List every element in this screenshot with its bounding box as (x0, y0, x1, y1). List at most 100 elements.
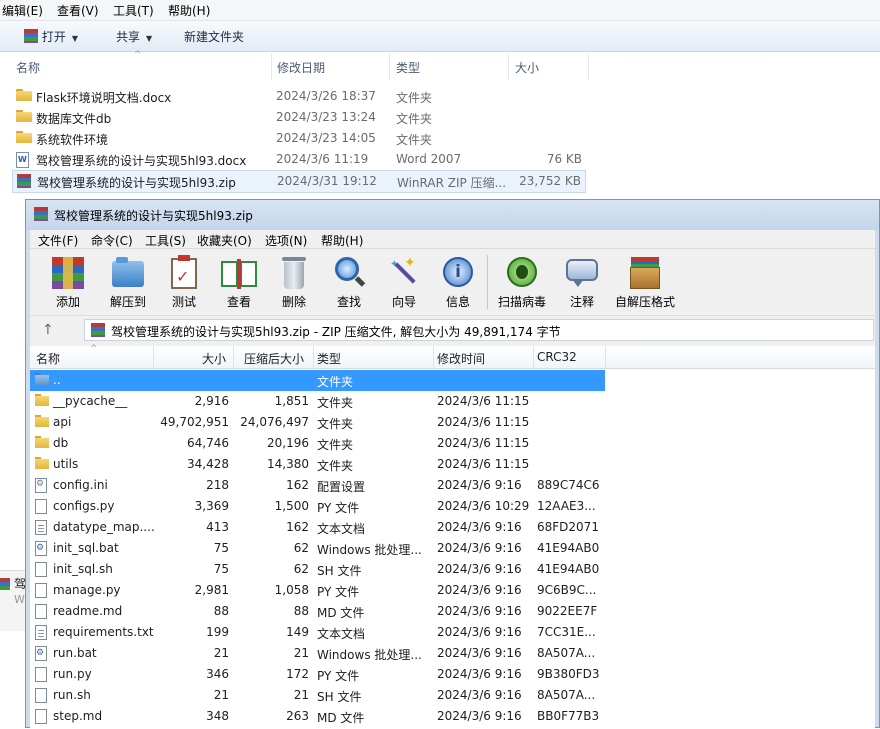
find-button[interactable]: 查找 (321, 253, 377, 311)
explorer-row[interactable]: 数据库文件db 2024/3/23 13:24 文件夹 (12, 107, 586, 128)
row-type: 文本文档 (317, 627, 366, 641)
list-row[interactable]: __pycache__ 2,916 1,851 文件夹 2024/3/6 11:… (30, 391, 605, 412)
extract-to-button[interactable]: 解压到 (100, 253, 156, 311)
menu-commands[interactable]: 命令(C) (91, 232, 133, 249)
up-folder-icon (35, 373, 49, 385)
text-file-icon (35, 520, 47, 535)
row-size: 346 (206, 667, 229, 681)
column-type[interactable]: 类型 (317, 350, 341, 367)
menu-help[interactable]: 帮助(H) (321, 232, 363, 249)
row-name: step.md (53, 709, 103, 723)
list-row[interactable]: readme.md 88 88 MD 文件 2024/3/6 9:16 9022… (30, 601, 605, 622)
file-name: 驾校管理系统的设计与实现5hl93.zip (37, 176, 236, 190)
explorer-row[interactable]: 驾校管理系统的设计与实现5hl93.docx 2024/3/6 11:19 Wo… (12, 149, 586, 170)
winrar-icon (0, 578, 10, 592)
row-packed: 24,076,497 (240, 415, 309, 429)
row-type: 文件夹 (317, 438, 354, 452)
list-row-selected[interactable]: .. 文件夹 (30, 370, 605, 391)
list-row[interactable]: manage.py 2,981 1,058 PY 文件 2024/3/6 9:1… (30, 580, 605, 601)
menu-edit[interactable]: 编辑(E) (2, 2, 43, 19)
title-bar[interactable]: 驾校管理系统的设计与实现5hl93.zip (26, 200, 879, 230)
file-icon (35, 583, 47, 598)
menu-view[interactable]: 查看(V) (57, 2, 99, 19)
row-size: 21 (213, 646, 229, 660)
column-size[interactable]: 大小 (202, 350, 226, 367)
column-name[interactable]: 名称 (16, 59, 40, 76)
row-type: MD 文件 (317, 711, 365, 725)
test-button[interactable]: ✓ 测试 (156, 253, 212, 311)
row-packed: 1,058 (274, 583, 309, 597)
list-row[interactable]: utils 34,428 14,380 文件夹 2024/3/6 11:15 (30, 454, 605, 475)
list-row[interactable]: requirements.txt 199 149 文本文档 2024/3/6 9… (30, 622, 605, 643)
row-name: utils (53, 457, 79, 471)
address-field[interactable]: 驾校管理系统的设计与实现5hl93.zip - ZIP 压缩文件, 解包大小为 … (84, 319, 874, 341)
row-size: 34,428 (187, 457, 229, 471)
column-crc[interactable]: CRC32 (537, 350, 577, 364)
open-button[interactable]: 打开 ▼ (24, 28, 78, 45)
address-text: 驾校管理系统的设计与实现5hl93.zip - ZIP 压缩文件, 解包大小为 … (111, 325, 561, 339)
row-type: PY 文件 (317, 669, 360, 683)
row-type: 文件夹 (317, 459, 354, 473)
column-date[interactable]: 修改日期 (277, 59, 325, 76)
column-size[interactable]: 大小 (515, 59, 539, 76)
row-packed: 1,500 (274, 499, 309, 513)
file-date: 2024/3/23 13:24 (276, 110, 376, 124)
column-modified[interactable]: 修改时间 (437, 350, 485, 367)
file-icon (35, 688, 47, 703)
menu-file[interactable]: 文件(F) (38, 232, 78, 249)
row-modified: 2024/3/6 9:16 (437, 646, 522, 660)
info-button[interactable]: i 信息 (430, 253, 486, 311)
comment-button[interactable]: 注释 (554, 253, 610, 311)
list-row[interactable]: init_sql.bat 75 62 Windows 批处理... 2024/3… (30, 538, 605, 559)
add-button[interactable]: 添加 (40, 253, 96, 311)
view-button[interactable]: 查看 (211, 253, 267, 311)
list-row[interactable]: run.bat 21 21 Windows 批处理... 2024/3/6 9:… (30, 643, 605, 664)
folder-icon (35, 415, 49, 427)
folder-icon (35, 436, 49, 448)
list-row[interactable]: step.md 348 263 MD 文件 2024/3/6 9:16 BB0F… (30, 706, 605, 727)
file-icon (35, 562, 47, 577)
file-name: 数据库文件db (36, 112, 112, 126)
new-folder-button[interactable]: 新建文件夹 (184, 28, 244, 45)
menu-favorites[interactable]: 收藏夹(O) (197, 232, 252, 249)
row-crc: 8A507A... (537, 646, 596, 660)
explorer-row[interactable]: 系统软件环境 2024/3/23 14:05 文件夹 (12, 128, 586, 149)
menu-help[interactable]: 帮助(H) (168, 2, 210, 19)
row-name: init_sql.bat (53, 541, 119, 555)
list-row[interactable]: datatype_map.... 413 162 文本文档 2024/3/6 9… (30, 517, 605, 538)
menu-tools[interactable]: 工具(T) (113, 2, 154, 19)
clipboard-check-icon: ✓ (166, 255, 202, 291)
explorer-row[interactable]: Flask环境说明文档.docx 2024/3/26 18:37 文件夹 (12, 86, 586, 107)
column-packed[interactable]: 压缩后大小 (244, 350, 304, 367)
scan-virus-button[interactable]: 扫描病毒 (494, 253, 550, 311)
row-modified: 2024/3/6 9:16 (437, 562, 522, 576)
row-packed: 20,196 (267, 436, 309, 450)
list-row[interactable]: config.ini 218 162 配置设置 2024/3/6 9:16 88… (30, 475, 605, 496)
up-arrow-icon[interactable]: ↑ (42, 322, 54, 338)
sfx-button[interactable]: 自解压格式 (610, 253, 680, 311)
file-date: 2024/3/31 19:12 (277, 174, 377, 188)
find-label: 查找 (336, 295, 361, 309)
column-type[interactable]: 类型 (396, 59, 420, 76)
delete-button[interactable]: 删除 (266, 253, 322, 311)
list-row[interactable]: db 64,746 20,196 文件夹 2024/3/6 11:15 (30, 433, 605, 454)
column-name[interactable]: 名称 (36, 350, 60, 367)
row-size: 88 (213, 604, 229, 618)
list-row[interactable]: run.py 346 172 PY 文件 2024/3/6 9:16 9B380… (30, 664, 605, 685)
comment-label: 注释 (569, 295, 594, 309)
menu-options[interactable]: 选项(N) (265, 232, 307, 249)
rar-menubar: 文件(F) 命令(C) 工具(S) 收藏夹(O) 选项(N) 帮助(H) (30, 230, 875, 248)
row-crc: 41E94AB0 (537, 541, 600, 555)
wizard-button[interactable]: ✦ ✦ 向导 (376, 253, 432, 311)
row-packed: 62 (293, 562, 309, 576)
share-button[interactable]: 共享 ▼ (116, 28, 152, 45)
explorer-row-selected[interactable]: 驾校管理系统的设计与实现5hl93.zip 2024/3/31 19:12 Wi… (12, 170, 586, 193)
list-row[interactable]: api 49,702,951 24,076,497 文件夹 2024/3/6 1… (30, 412, 605, 433)
row-name: readme.md (53, 604, 123, 618)
list-row[interactable]: init_sql.sh 75 62 SH 文件 2024/3/6 9:16 41… (30, 559, 605, 580)
list-row[interactable]: configs.py 3,369 1,500 PY 文件 2024/3/6 10… (30, 496, 605, 517)
config-file-icon (35, 478, 47, 493)
winrar-icon (24, 29, 38, 43)
list-row[interactable]: run.sh 21 21 SH 文件 2024/3/6 9:16 8A507A.… (30, 685, 605, 706)
menu-tools[interactable]: 工具(S) (145, 232, 186, 249)
